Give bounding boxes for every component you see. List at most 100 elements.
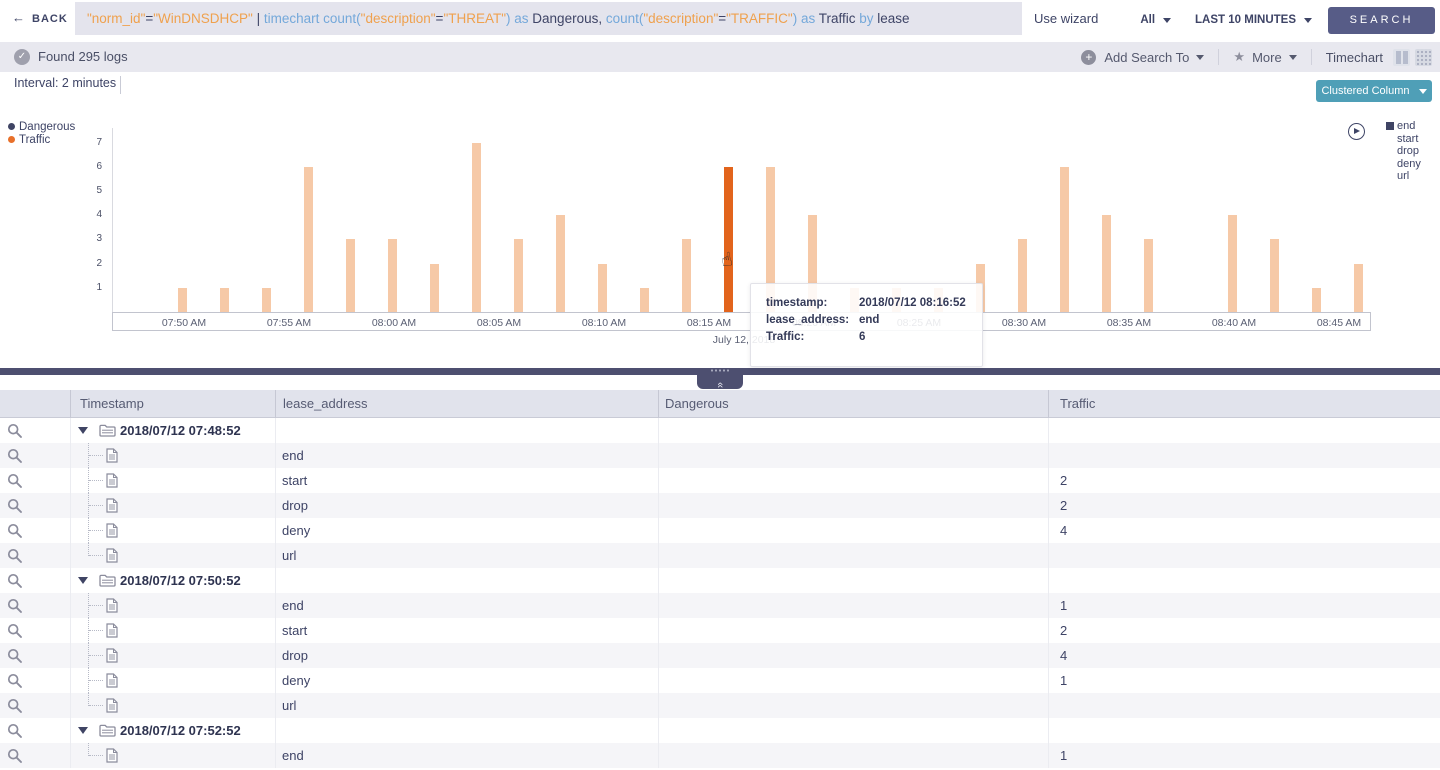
time-range-dropdown[interactable]: LAST 10 MINUTES	[1195, 14, 1312, 26]
traffic-bar-07:52[interactable]	[220, 288, 229, 312]
table-row: end1	[0, 743, 1440, 768]
lease-legend-label: start	[1397, 133, 1418, 146]
lease-legend-label: deny	[1397, 158, 1421, 171]
legend-square-spacer	[1386, 172, 1394, 180]
traffic-bar-07:50[interactable]	[178, 288, 187, 312]
traffic-bar-07:56[interactable]	[304, 167, 313, 312]
interval-label: Interval: 2 minutes	[14, 76, 116, 90]
legend-item-dangerous[interactable]: Dangerous	[8, 120, 75, 133]
tooltip-label: timestamp:	[766, 297, 859, 309]
lease-legend-item-end[interactable]: end	[1386, 120, 1421, 133]
query-token: "norm_id"	[87, 11, 145, 26]
lease-address-cell: end	[282, 443, 304, 468]
traffic-count-cell: 2	[1060, 493, 1067, 518]
traffic-bar-08:46[interactable]	[1354, 264, 1363, 312]
lease-legend-label: url	[1397, 170, 1409, 183]
more-menu[interactable]: More	[1252, 50, 1282, 65]
results-toolbar-actions: Add Search To More Timechart	[1081, 42, 1432, 72]
drilldown-search-icon[interactable]	[7, 723, 23, 744]
chevron-down-icon	[1196, 55, 1204, 60]
traffic-bar-08:42[interactable]	[1270, 239, 1279, 312]
drilldown-search-icon[interactable]	[7, 598, 23, 619]
x-axis-tick: 08:40 AM	[1202, 317, 1266, 329]
tooltip-label: Traffic:	[766, 331, 859, 343]
column-header-lease-address[interactable]: lease_address	[283, 390, 368, 418]
series-legend: DangerousTraffic	[8, 120, 75, 146]
collapse-group-button[interactable]	[78, 577, 88, 584]
grid-view-icon[interactable]	[1415, 49, 1432, 66]
drilldown-search-icon[interactable]	[7, 748, 23, 769]
play-button[interactable]	[1348, 123, 1365, 140]
tooltip-value: 2018/07/12 08:16:52	[859, 297, 966, 309]
folder-icon	[99, 574, 116, 592]
lease-legend-label: drop	[1397, 145, 1419, 158]
chart-type-dropdown[interactable]: Clustered Column	[1316, 80, 1432, 102]
drilldown-search-icon[interactable]	[7, 473, 23, 494]
query-token: =	[718, 11, 726, 26]
back-button[interactable]: BACK	[12, 10, 68, 25]
chevron-down-icon	[1163, 18, 1171, 23]
column-chart-view-icon[interactable]	[1393, 49, 1410, 66]
drilldown-search-icon[interactable]	[7, 573, 23, 594]
column-header-traffic[interactable]: Traffic	[1060, 390, 1095, 418]
splitter-drag-dots-icon	[710, 369, 730, 372]
collapse-group-button[interactable]	[78, 727, 88, 734]
traffic-bar-08:16[interactable]	[724, 167, 733, 312]
table-row: start2	[0, 618, 1440, 643]
repo-scope-dropdown[interactable]: All	[1140, 14, 1171, 26]
column-header-dangerous[interactable]: Dangerous	[665, 390, 729, 418]
traffic-bar-08:10[interactable]	[598, 264, 607, 312]
legend-item-traffic[interactable]: Traffic	[8, 133, 75, 146]
table-row: end	[0, 443, 1440, 468]
column-header-timestamp[interactable]: Timestamp	[80, 390, 144, 418]
lease-legend-item-drop[interactable]: drop	[1386, 145, 1421, 158]
traffic-bar-08:02[interactable]	[430, 264, 439, 312]
traffic-bar-08:12[interactable]	[640, 288, 649, 312]
traffic-bar-08:30[interactable]	[1018, 239, 1027, 312]
tree-line	[89, 455, 103, 456]
traffic-bar-07:58[interactable]	[346, 239, 355, 312]
traffic-bar-08:06[interactable]	[514, 239, 523, 312]
drilldown-search-icon[interactable]	[7, 623, 23, 644]
drilldown-search-icon[interactable]	[7, 698, 23, 719]
traffic-bar-08:40[interactable]	[1228, 215, 1237, 312]
drilldown-search-icon[interactable]	[7, 448, 23, 469]
collapse-group-button[interactable]	[78, 427, 88, 434]
tree-line	[89, 755, 103, 756]
lease-address-cell: start	[282, 618, 307, 643]
use-wizard-link[interactable]: Use wizard	[1034, 11, 1098, 26]
column-divider	[275, 390, 276, 418]
traffic-bar-08:08[interactable]	[556, 215, 565, 312]
query-token: as	[797, 11, 819, 26]
search-button[interactable]: SEARCH	[1328, 7, 1435, 34]
traffic-bar-08:36[interactable]	[1144, 239, 1153, 312]
lease-legend-item-deny[interactable]: deny	[1386, 158, 1421, 171]
log-document-icon	[106, 498, 118, 518]
query-token: lease	[877, 11, 909, 26]
results-table-header: Timestamp lease_address Dangerous Traffi…	[0, 390, 1440, 418]
traffic-bar-08:04[interactable]	[472, 143, 481, 312]
traffic-bar-07:54[interactable]	[262, 288, 271, 312]
lease-legend-item-start[interactable]: start	[1386, 133, 1421, 146]
traffic-bar-08:32[interactable]	[1060, 167, 1069, 312]
traffic-bar-08:44[interactable]	[1312, 288, 1321, 312]
tooltip-value: 6	[859, 331, 865, 343]
traffic-bar-08:34[interactable]	[1102, 215, 1111, 312]
query-token: Traffic	[819, 11, 856, 26]
add-search-to-menu[interactable]: Add Search To	[1104, 50, 1189, 65]
traffic-bar-08:14[interactable]	[682, 239, 691, 312]
drilldown-search-icon[interactable]	[7, 423, 23, 444]
collapse-chart-button[interactable]	[697, 375, 743, 389]
drilldown-search-icon[interactable]	[7, 548, 23, 569]
traffic-bar-08:00[interactable]	[388, 239, 397, 312]
drilldown-search-icon[interactable]	[7, 648, 23, 669]
drilldown-search-icon[interactable]	[7, 673, 23, 694]
table-row: url	[0, 693, 1440, 718]
lease-legend: endstartdropdenyurl	[1386, 120, 1421, 183]
lease-legend-item-url[interactable]: url	[1386, 170, 1421, 183]
folder-icon	[99, 724, 116, 742]
search-query-input[interactable]: "norm_id"="WinDNSDHCP" | timechart count…	[75, 2, 1022, 35]
x-axis-tick: 08:35 AM	[1097, 317, 1161, 329]
drilldown-search-icon[interactable]	[7, 498, 23, 519]
drilldown-search-icon[interactable]	[7, 523, 23, 544]
